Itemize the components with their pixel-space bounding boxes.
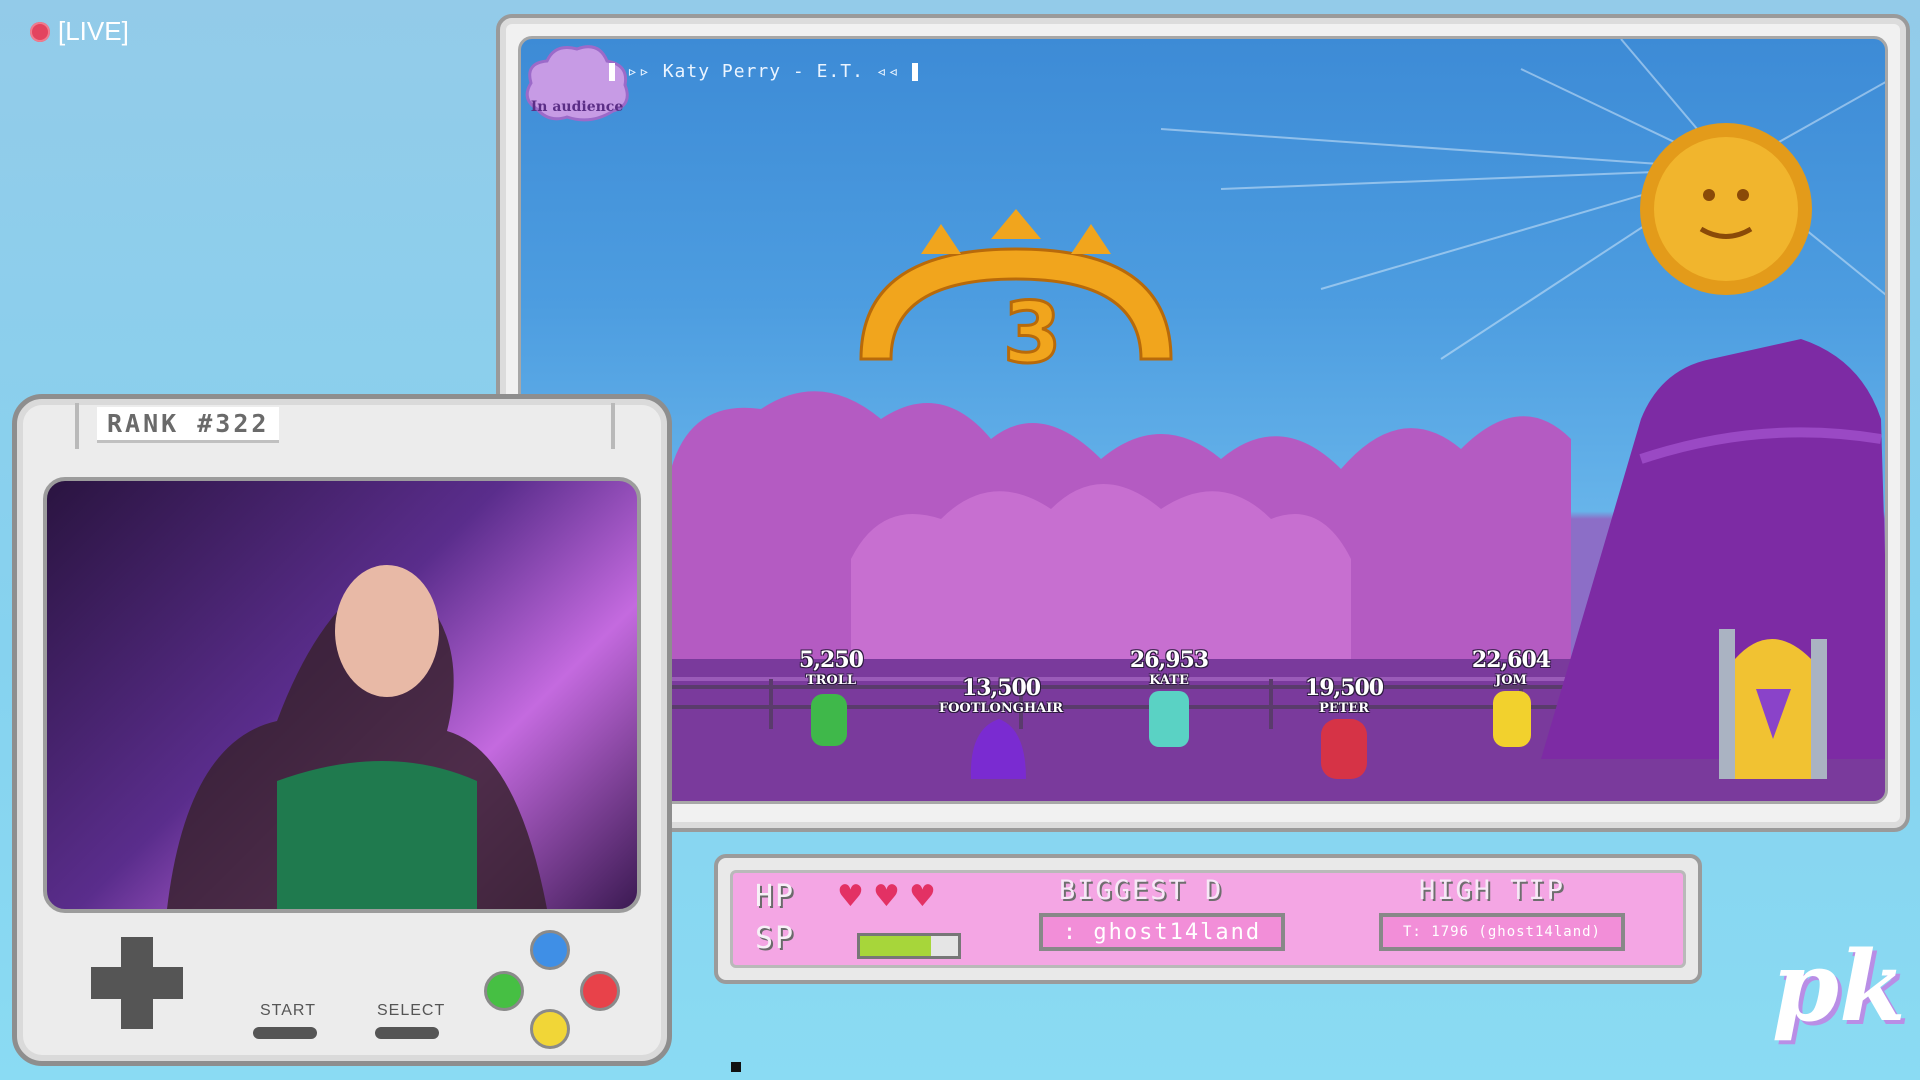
record-dot-icon <box>30 21 50 42</box>
player-score: 26,953 <box>1129 647 1209 673</box>
select-button <box>375 1027 439 1039</box>
blue-button-icon <box>530 930 570 970</box>
audience-label: In audience <box>530 99 624 115</box>
high-tip-value: T: 1796 (ghost14land) <box>1379 913 1625 951</box>
left-marker-icon <box>609 62 615 81</box>
start-button <box>253 1027 317 1039</box>
streamer-silhouette <box>167 565 547 909</box>
red-button-icon <box>580 971 620 1011</box>
player-score: 13,500 <box>961 675 1041 701</box>
green-button-icon <box>484 971 524 1011</box>
webcam-handheld-frame: RANK #322 START SELECT <box>12 394 672 1066</box>
stats-hud: HP SP ♥ ♥ ♥ BIGGEST D : ghost14land HIGH… <box>714 854 1702 984</box>
select-label: SELECT <box>377 1002 446 1019</box>
player-score: 5,250 <box>799 647 864 673</box>
skip-back-icon: ▹▹ <box>627 61 651 82</box>
yellow-button-icon <box>530 1009 570 1049</box>
sp-bar-fill <box>860 936 931 956</box>
live-indicator: [LIVE] <box>30 16 129 47</box>
sp-bar <box>857 933 961 959</box>
sun-icon <box>1640 123 1812 295</box>
start-label: START <box>260 1002 316 1019</box>
now-playing: ▹▹ Katy Perry - E.T. ◃◃ <box>609 61 918 82</box>
webcam-feed <box>43 477 641 913</box>
dpad-icon <box>91 937 183 1029</box>
rank-label: RANK #322 <box>97 407 280 443</box>
high-tip-title: HIGH TIP <box>1419 875 1566 906</box>
heart-icon: ♥ <box>909 879 936 914</box>
biggest-title: BIGGEST D <box>1059 875 1224 906</box>
player-name: PETER <box>1318 701 1370 716</box>
now-playing-title: Katy Perry - E.T. <box>662 61 864 82</box>
pk-logo: pk <box>1772 930 1906 1043</box>
player-name: TROLL <box>805 673 857 688</box>
heart-icon: ♥ <box>837 879 864 914</box>
right-marker-icon <box>911 62 918 81</box>
player-footlonghair: 13,500 FOOTLONGHAIR <box>921 675 1081 716</box>
mountain <box>1541 339 1885 759</box>
sp-label: SP <box>755 921 796 956</box>
heart-icon: ♥ <box>873 879 900 914</box>
skip-forward-icon: ◃◃ <box>875 61 900 82</box>
player-name: KATE <box>1149 673 1189 688</box>
hp-label: HP <box>755 879 796 914</box>
game-scene <box>671 39 1885 801</box>
cursor-marker <box>731 1062 741 1072</box>
player-peter: 19,500 PETER <box>1284 675 1404 716</box>
player-troll: 5,250 TROLL <box>771 647 891 688</box>
live-label: [LIVE] <box>58 16 129 46</box>
player-kate: 26,953 KATE <box>1109 647 1229 688</box>
hud-panel: HP SP ♥ ♥ ♥ BIGGEST D : ghost14land HIGH… <box>730 870 1686 968</box>
game-screen[interactable]: In audience ▹▹ Katy Perry - E.T. ◃◃ 3 5,… <box>518 36 1888 804</box>
player-jom: 22,604 JOM <box>1451 647 1571 688</box>
game-window: In audience ▹▹ Katy Perry - E.T. ◃◃ 3 5,… <box>496 14 1910 832</box>
player-name: JOM <box>1495 673 1527 688</box>
player-score: 19,500 <box>1304 675 1384 701</box>
countdown-number: 3 <box>1001 283 1062 384</box>
player-score: 22,604 <box>1471 647 1551 673</box>
biggest-value: : ghost14land <box>1039 913 1285 951</box>
player-name: FOOTLONGHAIR <box>938 701 1064 716</box>
